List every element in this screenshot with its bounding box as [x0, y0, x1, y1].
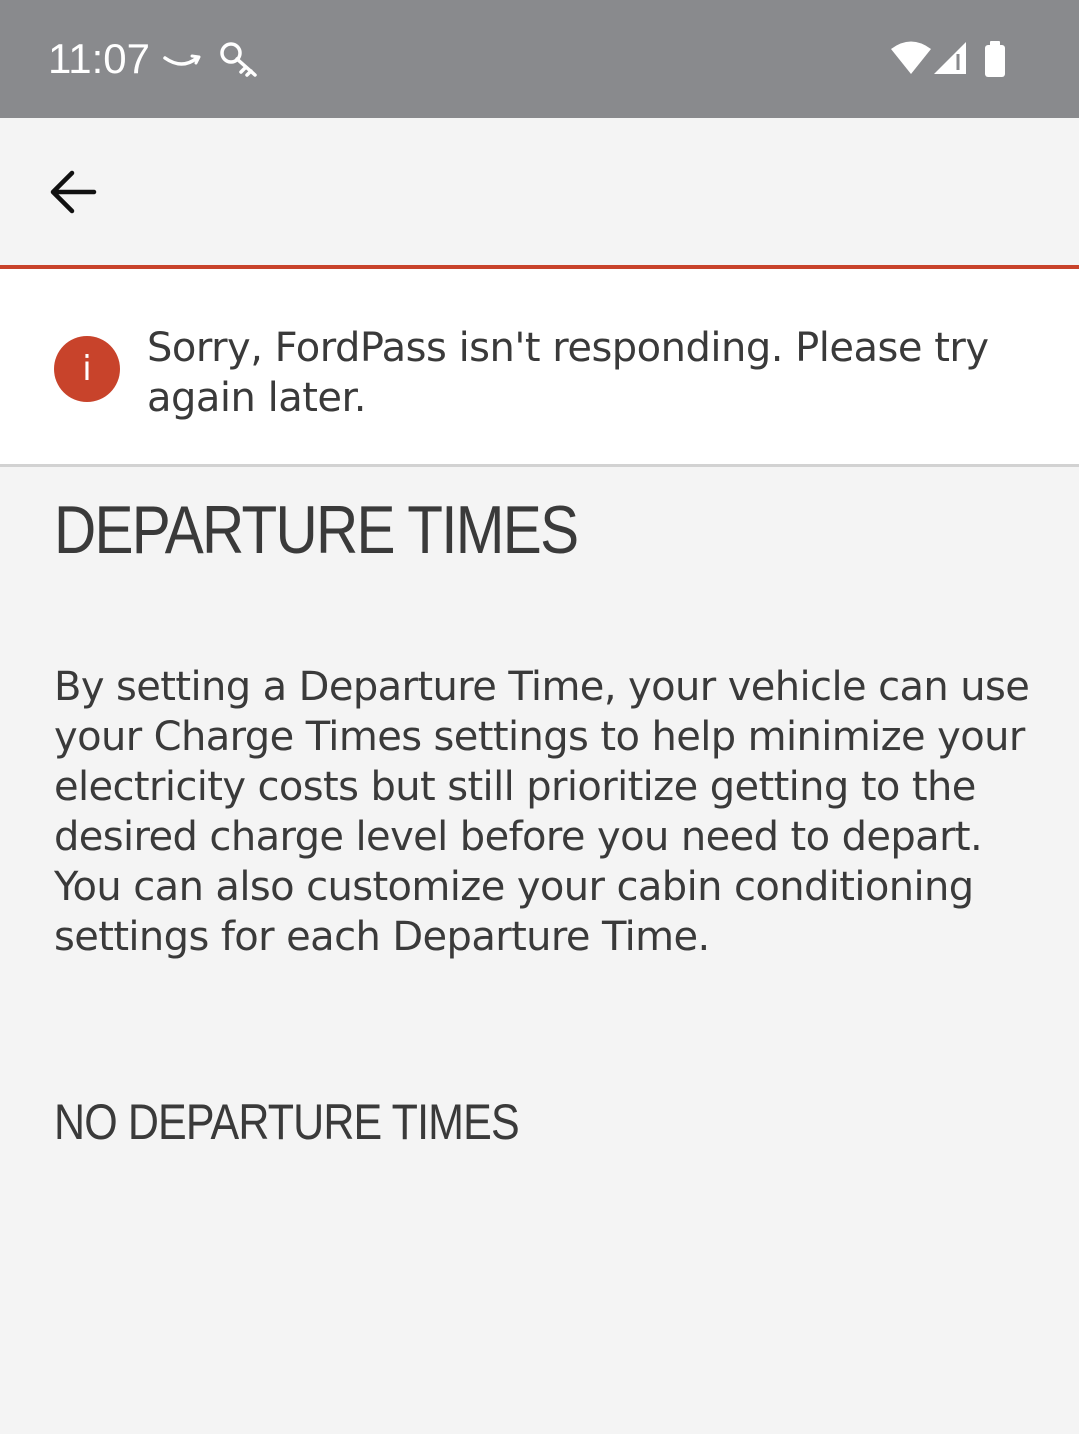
- amazon-smile-icon: [163, 54, 201, 66]
- info-icon: i: [54, 336, 120, 402]
- app-bar: [0, 118, 1079, 269]
- departure-times-description: By setting a Departure Time, your vehicl…: [54, 664, 1030, 960]
- empty-state-label: NO DEPARTURE TIMES: [54, 1094, 520, 1150]
- wifi-icon: [891, 41, 931, 74]
- status-time: 11:07: [48, 35, 150, 82]
- back-button[interactable]: [40, 158, 108, 226]
- cellular-signal-icon: [934, 42, 966, 74]
- page-title: DEPARTURE TIMES: [54, 492, 579, 568]
- error-message: Sorry, FordPass isn't responding. Please…: [147, 325, 989, 421]
- key-icon: [220, 42, 257, 77]
- status-bar: 11:07: [0, 0, 1079, 118]
- battery-icon: [985, 41, 1005, 77]
- error-banner: i Sorry, FordPass isn't responding. Plea…: [0, 269, 1079, 467]
- arrow-left-icon: [50, 170, 97, 214]
